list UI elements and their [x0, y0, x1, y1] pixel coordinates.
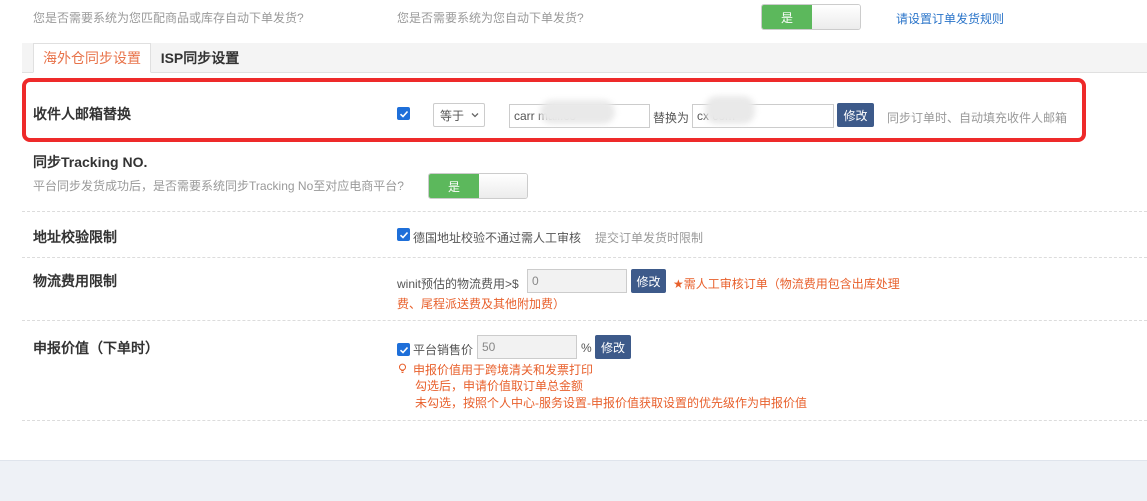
declared-value-value: 50	[482, 340, 496, 354]
tracking-toggle[interactable]: 是	[428, 173, 528, 199]
logistics-fee-prefix: winit预估的物流费用>$	[397, 277, 519, 291]
address-check-checkbox[interactable]	[397, 228, 410, 241]
percent-unit: %	[581, 341, 592, 355]
check-icon	[399, 346, 408, 354]
tracking-question: 平台同步发货成功后，是否需要系统同步Tracking No至对应电商平台?	[33, 179, 404, 193]
logistics-fee-title: 物流费用限制	[33, 273, 117, 289]
declared-tip-line1-wrap: 申报价值用于跨境清关和发票打印	[397, 361, 593, 378]
address-check-label: 德国地址校验不通过需人工审核	[413, 231, 582, 245]
declared-value-input[interactable]: 50	[477, 335, 577, 359]
auto-match-question: 您是否需要系统为您匹配商品或库存自动下单发货?	[33, 11, 304, 25]
toggle-knob	[479, 174, 527, 198]
declared-modify-button[interactable]: 修改	[595, 335, 631, 359]
footer-bar	[0, 460, 1147, 501]
declared-tip-line2: 勾选后，申请价值取订单总金额	[415, 379, 584, 393]
declared-tip-line3: 未勾选，按照个人中心-服务设置-申报价值获取设置的优先级作为申报价值	[415, 396, 807, 410]
auto-order-question: 您是否需要系统为您自动下单发货?	[397, 11, 584, 25]
divider	[22, 211, 1147, 212]
address-check-title: 地址校验限制	[33, 229, 117, 245]
tab-overseas-sync[interactable]: 海外仓同步设置	[33, 43, 151, 73]
tab-bar: 海外仓同步设置 ISP同步设置	[22, 43, 1147, 73]
divider	[22, 257, 1147, 258]
toggle-knob	[812, 5, 860, 29]
logistics-warning-line2: 费、尾程派送费及其他附加费）	[397, 297, 566, 311]
declared-value-title: 申报价值（下单时）	[33, 340, 159, 356]
logistics-warning-line1: 需人工审核订单（物流费用包含出库处理	[683, 277, 900, 291]
star-icon: ★	[673, 277, 684, 291]
lightbulb-icon	[397, 363, 409, 377]
declared-value-checkbox[interactable]	[397, 343, 410, 356]
logistics-warning: ★需人工审核订单（物流费用包含出库处理	[673, 275, 900, 292]
tracking-title: 同步Tracking NO.	[33, 154, 148, 170]
logistics-fee-input[interactable]: 0	[527, 269, 627, 293]
order-rule-link[interactable]: 请设置订单发货规则	[896, 10, 1004, 27]
toggle-on-label: 是	[429, 174, 479, 198]
logistics-modify-button[interactable]: 修改	[631, 269, 666, 293]
logistics-fee-value: 0	[532, 274, 539, 288]
annotation-highlight	[22, 78, 1086, 142]
divider	[22, 320, 1147, 321]
tab-isp-sync[interactable]: ISP同步设置	[155, 43, 245, 73]
divider	[22, 420, 1147, 421]
check-icon	[399, 231, 408, 239]
toggle-on-label: 是	[762, 5, 812, 29]
declared-value-label: 平台销售价	[413, 343, 474, 357]
address-check-note: 提交订单发货时限制	[595, 231, 704, 245]
auto-order-toggle[interactable]: 是	[761, 4, 861, 30]
declared-tip-line1: 申报价值用于跨境清关和发票打印	[413, 363, 594, 377]
